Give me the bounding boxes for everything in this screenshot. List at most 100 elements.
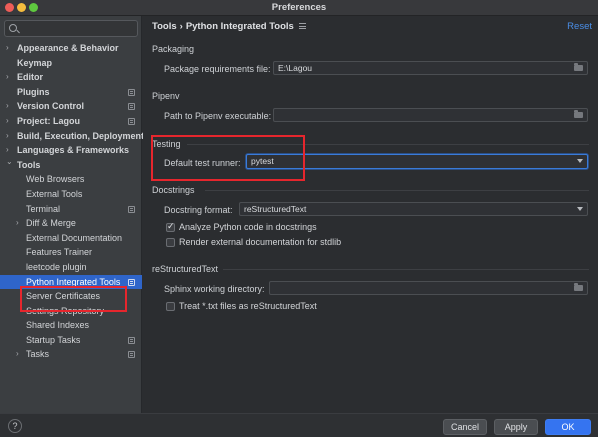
breadcrumb-parent[interactable]: Tools bbox=[152, 21, 177, 32]
sidebar-item-label: External Documentation bbox=[26, 232, 123, 243]
reset-link[interactable]: Reset bbox=[567, 21, 592, 32]
sidebar-item-startup-tasks[interactable]: Startup Tasks bbox=[0, 333, 142, 348]
section-divider bbox=[223, 269, 589, 270]
settings-sidebar: › Appearance & Behavior Keymap › Editor Plugi… bbox=[0, 16, 145, 413]
sidebar-item-diff-merge[interactable]: › Diff & Merge bbox=[0, 216, 142, 231]
sidebar-item-label: Tools bbox=[17, 159, 41, 170]
requirements-label: Package requirements file: bbox=[164, 64, 271, 74]
sidebar-item-label: Languages & Frameworks bbox=[17, 145, 130, 156]
analyze-docstrings-label: Analyze Python code in docstrings bbox=[179, 222, 317, 232]
sidebar-item-project-lagou[interactable]: › Project: Lagou bbox=[0, 114, 142, 129]
project-level-icon bbox=[298, 23, 306, 29]
sphinx-dir-label: Sphinx working directory: bbox=[164, 284, 265, 294]
folder-icon[interactable] bbox=[574, 63, 583, 71]
sidebar-item-label: Version Control bbox=[17, 101, 85, 112]
docstring-format-label: Docstring format: bbox=[164, 205, 233, 215]
chevron-right-icon[interactable]: › bbox=[6, 114, 9, 129]
sidebar-item-label: Terminal bbox=[26, 203, 61, 214]
settings-search-input[interactable] bbox=[4, 20, 138, 37]
settings-content: Tools › Python Integrated Tools Reset Pack… bbox=[143, 16, 598, 413]
section-pipenv: Pipenv bbox=[152, 91, 180, 101]
highlight-box-sidebar bbox=[20, 286, 127, 312]
section-divider bbox=[205, 190, 589, 191]
sidebar-item-label: Plugins bbox=[17, 86, 50, 97]
sidebar-item-label: Startup Tasks bbox=[26, 334, 81, 345]
sidebar-item-external-tools[interactable]: External Tools bbox=[0, 187, 142, 202]
folder-icon[interactable] bbox=[574, 283, 583, 291]
sidebar-item-label: Diff & Merge bbox=[26, 218, 76, 229]
section-restructuredtext: reStructuredText bbox=[152, 264, 219, 274]
sidebar-item-version-control[interactable]: › Version Control bbox=[0, 99, 142, 114]
section-packaging: Packaging bbox=[152, 44, 195, 54]
sidebar-item-label: Build, Execution, Deployment bbox=[17, 130, 145, 141]
chevron-right-icon[interactable]: › bbox=[6, 41, 9, 56]
folder-icon[interactable] bbox=[574, 110, 583, 118]
project-level-icon bbox=[128, 336, 135, 344]
sidebar-item-label: Project: Lagou bbox=[17, 115, 81, 126]
apply-button[interactable]: Apply bbox=[494, 419, 538, 435]
search-icon bbox=[9, 24, 17, 32]
sidebar-item-label: Shared Indexes bbox=[26, 320, 90, 331]
render-stdlib-label: Render external documentation for stdlib bbox=[179, 237, 342, 247]
highlight-box-testing bbox=[151, 135, 305, 181]
sidebar-item-external-documentation[interactable]: External Documentation bbox=[0, 231, 142, 246]
docstring-format-dropdown[interactable]: reStructuredText bbox=[239, 202, 588, 216]
title-bar: Preferences bbox=[0, 0, 598, 16]
sidebar-item-shared-indexes[interactable]: Shared Indexes bbox=[0, 318, 142, 333]
sidebar-item-web-browsers[interactable]: Web Browsers bbox=[0, 172, 142, 187]
sidebar-item-features-trainer[interactable]: Features Trainer bbox=[0, 245, 142, 260]
breadcrumb-separator: › bbox=[179, 21, 183, 32]
requirements-field[interactable]: E:\Lagou bbox=[273, 61, 588, 75]
sidebar-item-leetcode-plugin[interactable]: leetcode plugin bbox=[0, 260, 142, 275]
sidebar-item-terminal[interactable]: Terminal bbox=[0, 202, 142, 217]
chevron-down-icon bbox=[577, 159, 583, 163]
breadcrumb: Tools › Python Integrated Tools bbox=[152, 21, 306, 32]
project-level-icon bbox=[128, 103, 135, 111]
project-level-icon bbox=[128, 205, 135, 213]
sidebar-item-label: Appearance & Behavior bbox=[17, 43, 119, 53]
sidebar-item-label: Features Trainer bbox=[26, 247, 93, 258]
window-title: Preferences bbox=[271, 2, 327, 13]
sidebar-item-appearance-behavior[interactable]: › Appearance & Behavior bbox=[0, 41, 142, 56]
sidebar-item-build-execution-deployment[interactable]: › Build, Execution, Deployment bbox=[0, 129, 145, 144]
sphinx-dir-field[interactable] bbox=[269, 281, 588, 295]
sidebar-item-tasks[interactable]: › Tasks bbox=[0, 347, 142, 362]
project-level-icon bbox=[128, 88, 135, 96]
sidebar-item-label: Keymap bbox=[17, 57, 53, 68]
sidebar-item-tools[interactable]: ⌄ Tools bbox=[0, 155, 142, 173]
sidebar-item-label: Web Browsers bbox=[26, 174, 85, 185]
pipenv-path-field[interactable] bbox=[273, 108, 588, 122]
project-level-icon bbox=[128, 278, 135, 286]
sidebar-item-keymap[interactable]: Keymap bbox=[0, 56, 142, 71]
treat-txt-checkbox[interactable] bbox=[166, 302, 175, 311]
analyze-docstrings-checkbox[interactable] bbox=[166, 221, 175, 232]
sidebar-item-label: leetcode plugin bbox=[26, 261, 87, 272]
chevron-right-icon[interactable]: › bbox=[16, 216, 19, 231]
pipenv-path-label: Path to Pipenv executable: bbox=[164, 111, 272, 121]
sidebar-item-label: Editor bbox=[17, 72, 43, 83]
sidebar-item-label: External Tools bbox=[26, 188, 83, 199]
cancel-button[interactable]: Cancel bbox=[443, 419, 487, 435]
section-docstrings: Docstrings bbox=[152, 185, 195, 195]
project-level-icon bbox=[128, 351, 135, 359]
requirements-value: E:\Lagou bbox=[278, 63, 313, 73]
sidebar-item-plugins[interactable]: Plugins bbox=[0, 85, 142, 100]
chevron-right-icon[interactable]: › bbox=[16, 347, 19, 362]
chevron-right-icon[interactable]: › bbox=[6, 70, 9, 85]
sidebar-item-editor[interactable]: › Editor bbox=[0, 70, 142, 85]
treat-txt-label: Treat *.txt files as reStructuredText bbox=[179, 301, 317, 311]
dialog-footer: ? Cancel Apply OK bbox=[0, 413, 598, 437]
chevron-down-icon bbox=[577, 207, 583, 211]
breadcrumb-current: Python Integrated Tools bbox=[185, 21, 294, 32]
chevron-right-icon[interactable]: › bbox=[6, 99, 9, 114]
render-stdlib-checkbox[interactable] bbox=[166, 238, 175, 247]
settings-tree: › Appearance & Behavior Keymap › Editor Plugi… bbox=[0, 41, 145, 362]
chevron-right-icon[interactable]: › bbox=[6, 129, 9, 144]
docstring-format-value: reStructuredText bbox=[244, 204, 307, 214]
sidebar-item-languages-frameworks[interactable]: › Languages & Frameworks bbox=[0, 143, 142, 158]
ok-button[interactable]: OK bbox=[545, 419, 591, 435]
chevron-down-icon[interactable]: ⌄ bbox=[6, 155, 13, 170]
help-button[interactable]: ? bbox=[8, 419, 22, 433]
sidebar-item-label: Tasks bbox=[26, 349, 50, 360]
project-level-icon bbox=[128, 117, 135, 125]
